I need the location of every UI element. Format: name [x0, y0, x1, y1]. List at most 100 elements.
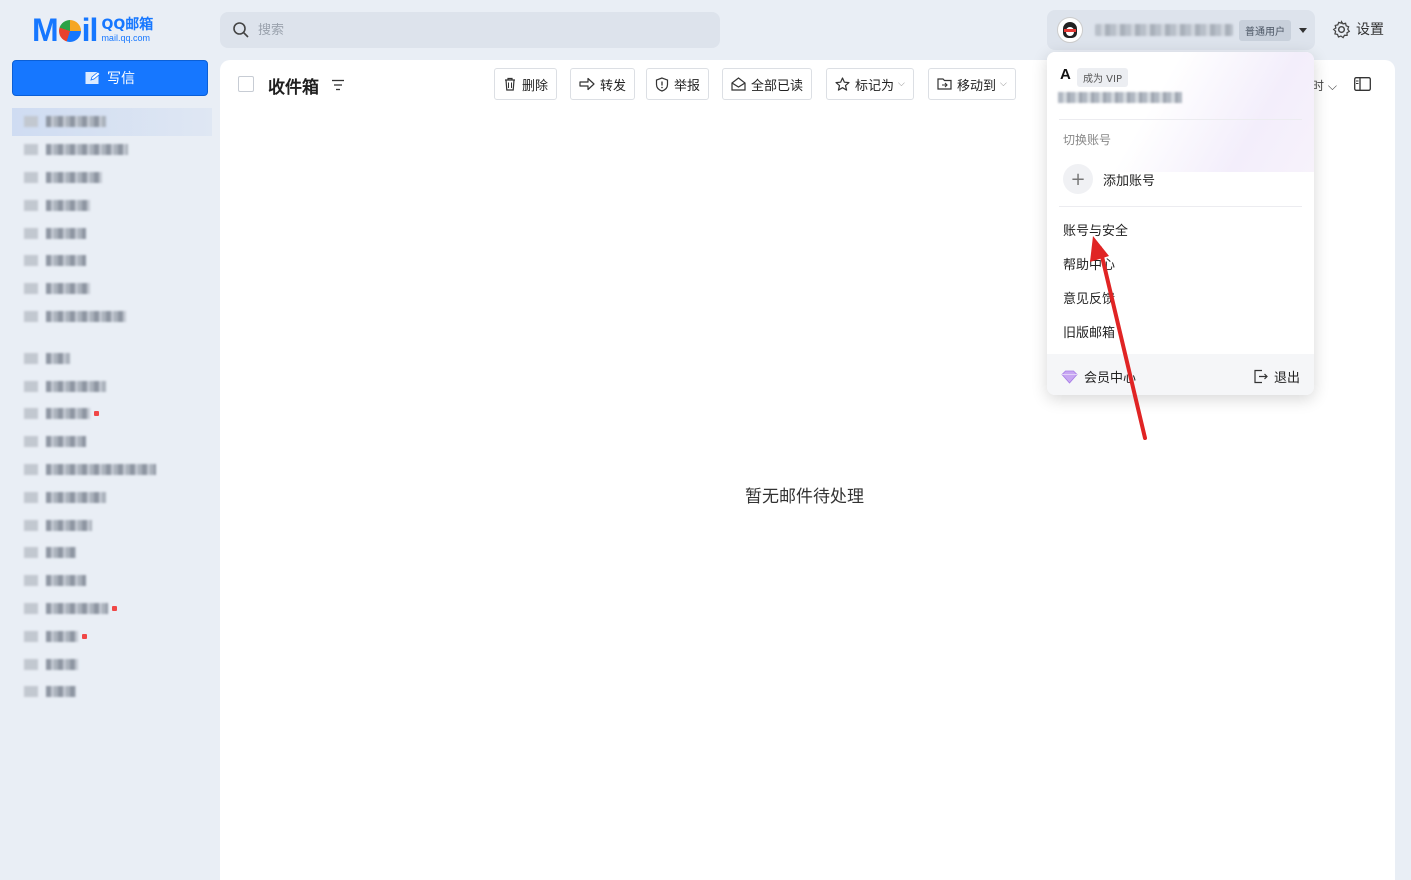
- sidebar-item-redacted[interactable]: [12, 247, 212, 275]
- sidebar-item-redacted[interactable]: [12, 400, 212, 428]
- sidebar-item-label-redacted: [46, 519, 92, 531]
- sidebar-item-label-redacted: [46, 380, 106, 392]
- sidebar-item-label-redacted: [46, 283, 90, 295]
- unread-dot: [112, 605, 117, 611]
- folder-icon: [24, 630, 38, 642]
- folder-icon: [24, 283, 38, 295]
- select-all-checkbox[interactable]: [238, 76, 254, 92]
- folder-list: [12, 108, 212, 706]
- add-account-label: 添加账号: [1103, 173, 1156, 189]
- logout-label: 退出: [1274, 371, 1301, 386]
- sidebar-item-label-redacted: [46, 602, 108, 614]
- unread-dot: [94, 411, 99, 417]
- sidebar-item-label-redacted: [46, 575, 86, 587]
- qq-mail-logo[interactable]: Mil QQ邮箱 mail.qq.com: [32, 12, 153, 48]
- divider: [1059, 206, 1302, 207]
- delete-label: 删除: [522, 78, 549, 94]
- sidebar-item-redacted[interactable]: [12, 219, 212, 247]
- vip-center-label: 会员中心: [1084, 371, 1137, 386]
- sidebar-item-redacted[interactable]: [12, 164, 212, 192]
- sidebar-item-redacted[interactable]: [12, 678, 212, 706]
- chevron-down-icon: ⌵: [1000, 79, 1007, 89]
- sidebar-item-label-redacted: [46, 686, 76, 698]
- folder-title: 收件箱: [268, 78, 319, 98]
- reading-pane-toggle-icon[interactable]: [1354, 76, 1371, 95]
- become-vip-badge[interactable]: 成为 VIP: [1077, 68, 1128, 87]
- menu-help-center[interactable]: 帮助中心: [1063, 254, 1115, 273]
- sidebar-item-redacted[interactable]: [12, 622, 212, 650]
- sidebar-item-redacted[interactable]: [12, 650, 212, 678]
- forward-button[interactable]: 转发: [570, 68, 636, 100]
- sidebar-item-redacted[interactable]: [12, 539, 212, 567]
- search-icon: [233, 22, 249, 38]
- folder-icon: [24, 519, 38, 531]
- sidebar-item-label-redacted: [46, 255, 86, 267]
- sidebar-item-redacted[interactable]: [12, 372, 212, 400]
- star-icon: [835, 76, 850, 91]
- folder-icon: [24, 436, 38, 448]
- logo-o-icon: [58, 19, 81, 42]
- sidebar-item-label-redacted: [46, 463, 156, 475]
- unread-dot: [82, 633, 87, 639]
- sidebar-item-redacted[interactable]: [12, 456, 212, 484]
- empty-state-text: 暂无邮件待处理: [745, 487, 864, 507]
- search-bar[interactable]: [220, 12, 720, 48]
- delete-button[interactable]: 删除: [494, 68, 558, 100]
- filter-dropdown-partial[interactable]: 时 ⌵: [1312, 77, 1337, 94]
- sidebar-item-redacted[interactable]: [12, 275, 212, 303]
- folder-icon: [24, 310, 38, 322]
- folder-icon: [24, 575, 38, 587]
- settings-button[interactable]: 设置: [1332, 19, 1384, 39]
- menu-legacy-mailbox[interactable]: 旧版邮箱: [1063, 322, 1115, 341]
- search-input[interactable]: [258, 22, 658, 38]
- sidebar-item-redacted[interactable]: [12, 428, 212, 456]
- mark-all-read-label: 全部已读: [751, 78, 804, 94]
- shield-icon: [655, 76, 669, 92]
- sidebar-item-label-redacted: [46, 408, 90, 420]
- sidebar-item-label-redacted: [46, 171, 102, 183]
- sidebar-item-redacted[interactable]: [12, 108, 212, 136]
- folder-icon: [24, 602, 38, 614]
- sidebar-item-label-redacted: [46, 116, 106, 128]
- open-envelope-icon: [731, 77, 746, 91]
- sidebar-item-redacted[interactable]: [12, 191, 212, 219]
- logout-button[interactable]: 退出: [1253, 367, 1300, 386]
- menu-account-security[interactable]: 账号与安全: [1063, 220, 1128, 239]
- user-tier-badge: 普通用户: [1239, 19, 1291, 41]
- mark-as-dropdown[interactable]: 标记为 ⌵: [826, 68, 914, 100]
- forward-arrow-icon: [579, 77, 595, 91]
- report-label: 举报: [674, 78, 701, 94]
- sidebar-item-label-redacted: [46, 144, 128, 156]
- trash-icon: [505, 77, 515, 91]
- folder-icon: [24, 227, 38, 239]
- sidebar-item-label-redacted: [46, 227, 86, 239]
- sidebar-item-redacted[interactable]: [12, 344, 212, 372]
- sidebar-item-redacted[interactable]: [12, 595, 212, 623]
- account-switcher[interactable]: 普通用户: [1047, 10, 1315, 50]
- account-initial: A: [1060, 66, 1071, 83]
- sort-icon[interactable]: [332, 76, 344, 95]
- add-account-button[interactable]: + 添加账号: [1063, 164, 1155, 194]
- folder-icon: [24, 199, 38, 211]
- folder-icon: [24, 658, 38, 670]
- sidebar-item-redacted[interactable]: [12, 511, 212, 539]
- forward-label: 转发: [600, 78, 627, 94]
- sidebar-item-redacted[interactable]: [12, 567, 212, 595]
- sidebar-item-redacted[interactable]: [12, 483, 212, 511]
- report-button[interactable]: 举报: [646, 68, 710, 100]
- sidebar-item-redacted[interactable]: [12, 136, 212, 164]
- avatar: [1057, 17, 1083, 43]
- vip-center-button[interactable]: 会员中心: [1061, 367, 1136, 386]
- menu-feedback[interactable]: 意见反馈: [1063, 288, 1115, 307]
- compose-icon: [85, 71, 101, 84]
- move-to-dropdown[interactable]: 移动到 ⌵: [928, 68, 1016, 100]
- mark-all-read-button[interactable]: 全部已读: [722, 68, 813, 100]
- sidebar-item-label-redacted: [46, 547, 76, 559]
- compose-button[interactable]: 写信: [12, 60, 208, 96]
- sidebar-item-redacted[interactable]: [12, 303, 212, 331]
- folder-icon: [24, 171, 38, 183]
- folder-icon: [24, 491, 38, 503]
- folder-icon: [24, 408, 38, 420]
- sidebar-item-label-redacted: [46, 310, 126, 322]
